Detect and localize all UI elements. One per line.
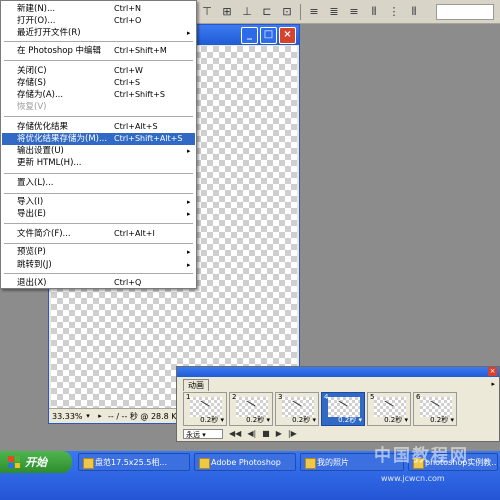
- frame-delay[interactable]: 0.2秒 ▾: [430, 415, 454, 425]
- menu-divider: [4, 173, 193, 174]
- frame-delay[interactable]: 0.2秒 ▾: [384, 415, 408, 425]
- distribute-top-icon[interactable]: ≡: [307, 5, 321, 19]
- menu-item-revert: 恢复(V): [17, 102, 47, 112]
- submenu-arrow-icon: ▸: [187, 198, 191, 206]
- align-middle-icon[interactable]: ⊞: [220, 5, 234, 19]
- submenu-arrow-icon: ▸: [187, 248, 191, 256]
- menu-item-save-optimized[interactable]: 存储优化结果 Ctrl+Alt+S: [2, 121, 195, 133]
- submenu-arrow-icon: ▸: [187, 29, 191, 37]
- watermark-url: www.jcwcn.com: [381, 474, 445, 483]
- menu-item-recent[interactable]: 最近打开文件(R) ▸: [2, 27, 195, 39]
- submenu-arrow-icon: ▸: [187, 261, 191, 269]
- zoom-dropdown-icon[interactable]: ▾: [82, 412, 94, 420]
- toolbar-divider: [300, 3, 301, 20]
- menu-divider: [4, 223, 193, 224]
- palette-titlebar[interactable]: ×: [177, 367, 499, 377]
- submenu-arrow-icon: ▸: [187, 210, 191, 218]
- menu-divider: [4, 116, 193, 117]
- animation-frame[interactable]: 1 0.2秒 ▾: [183, 392, 227, 426]
- maximize-icon[interactable]: □: [260, 27, 277, 44]
- tab-animation[interactable]: 动画: [183, 379, 209, 391]
- folder-icon: [305, 458, 316, 469]
- animation-frame-selected[interactable]: 4 0.2秒 ▾: [321, 392, 365, 426]
- distribute-left-icon[interactable]: ⦀: [367, 5, 381, 19]
- menu-item-save[interactable]: 存储(S) Ctrl+S: [2, 77, 195, 89]
- align-left-icon[interactable]: ⊏: [260, 5, 274, 19]
- watermark-text: 中国教程网: [374, 446, 469, 466]
- menu-item-save-as[interactable]: 存储为(A)... Ctrl+Shift+S: [2, 89, 195, 101]
- menu-item-open[interactable]: 打开(O)... Ctrl+O: [2, 15, 195, 27]
- align-top-icon[interactable]: ⊤: [200, 5, 214, 19]
- folder-icon: [83, 458, 94, 469]
- next-frame-icon[interactable]: |▶: [288, 429, 297, 438]
- animation-frame[interactable]: 3 0.2秒 ▾: [275, 392, 319, 426]
- menu-divider: [4, 273, 193, 274]
- menu-divider: [4, 60, 193, 61]
- taskbar-item-photoshop[interactable]: Adobe Photoshop: [194, 453, 296, 471]
- animation-frame[interactable]: 2 0.2秒 ▾: [229, 392, 273, 426]
- frame-thumbnail: [236, 397, 268, 417]
- stop-icon[interactable]: ■: [262, 429, 270, 438]
- frame-thumbnail: [374, 397, 406, 417]
- animation-frame[interactable]: 6 0.2秒 ▾: [413, 392, 457, 426]
- frame-list: 1 0.2秒 ▾ 2 0.2秒 ▾ 3 0.2秒 ▾ 4 0.2秒 ▾ 5 0.2秒 ▾ …: [183, 392, 457, 426]
- menu-item-export[interactable]: 导出(E) ▸: [2, 208, 195, 220]
- play-icon[interactable]: ▶: [276, 429, 282, 438]
- frame-delay[interactable]: 0.2秒 ▾: [292, 415, 316, 425]
- frame-thumbnail: [190, 397, 222, 417]
- menu-item-new[interactable]: 新建(N)... Ctrl+N: [2, 3, 195, 15]
- align-center-icon[interactable]: ⊡: [280, 5, 294, 19]
- toolbar-dropdown[interactable]: [436, 3, 494, 20]
- previous-frame-icon[interactable]: ◀|: [247, 429, 256, 438]
- zoom-level[interactable]: 33.33%: [49, 412, 83, 421]
- animation-palette: × 动画 ▸ 1 0.2秒 ▾ 2 0.2秒 ▾ 3 0.2秒 ▾ 4 0.2秒 ▾ 5…: [176, 366, 500, 442]
- first-frame-icon[interactable]: ◀◀: [229, 429, 241, 438]
- menu-item-import[interactable]: 导入(I) ▸: [2, 196, 195, 208]
- menu-item-close[interactable]: 关闭(C) Ctrl+W: [2, 65, 195, 77]
- loop-options-select[interactable]: 永远 ▾: [183, 428, 223, 439]
- menu-item-place[interactable]: 置入(L)...: [2, 177, 195, 189]
- photoshop-icon: [199, 458, 210, 469]
- windows-flag-icon: [8, 456, 20, 468]
- menu-item-output-settings[interactable]: 输出设置(U) ▸: [2, 145, 195, 157]
- submenu-arrow-icon: ▸: [187, 147, 191, 155]
- menu-item-preview[interactable]: 预览(P) ▸: [2, 246, 195, 258]
- options-toolbar: ⊤ ⊞ ⊥ ⊏ ⊡ ≡ ≣ ≡ ⦀ ⋮ ⦀: [196, 0, 500, 24]
- frame-delay[interactable]: 0.2秒 ▾: [200, 415, 224, 425]
- minimize-icon[interactable]: _: [241, 27, 258, 44]
- status-menu-icon[interactable]: ▸: [94, 412, 106, 420]
- menu-item-edit-in-photoshop[interactable]: 在 Photoshop 中编辑 Ctrl+Shift+M: [2, 45, 195, 57]
- distribute-center-icon[interactable]: ⋮: [387, 5, 401, 19]
- frame-thumbnail: [328, 397, 360, 417]
- menu-item-jump-to[interactable]: 跳转到(J) ▸: [2, 259, 195, 271]
- start-button[interactable]: 开始: [0, 451, 72, 473]
- distribute-bottom-icon[interactable]: ≡: [347, 5, 361, 19]
- taskbar-item-folder[interactable]: 盘范17.5x25.5相...: [78, 453, 190, 471]
- menu-item-exit[interactable]: 退出(X) Ctrl+Q: [2, 277, 195, 289]
- file-menu: 新建(N)... Ctrl+N 打开(O)... Ctrl+O 最近打开文件(R) ▸…: [0, 0, 197, 289]
- frame-thumbnail: [282, 397, 314, 417]
- menu-item-save-optimized-as[interactable]: 将优化结果存储为(M)... Ctrl+Shift+Alt+S: [2, 133, 195, 145]
- menu-item-file-info[interactable]: 文件简介(F)... Ctrl+Alt+I: [2, 228, 195, 240]
- menu-item-update-html[interactable]: 更新 HTML(H)...: [2, 157, 195, 169]
- menu-divider: [4, 41, 193, 42]
- menu-divider: [4, 193, 193, 194]
- distribute-right-icon[interactable]: ⦀: [407, 5, 421, 19]
- start-label: 开始: [25, 456, 47, 469]
- frame-delay[interactable]: 0.2秒 ▾: [246, 415, 270, 425]
- distribute-middle-icon[interactable]: ≣: [327, 5, 341, 19]
- palette-menu-icon[interactable]: ▸: [491, 380, 495, 388]
- close-icon[interactable]: ×: [488, 367, 497, 376]
- animation-frame[interactable]: 5 0.2秒 ▾: [367, 392, 411, 426]
- animation-controls: 永远 ▾ ◀◀ ◀| ■ ▶ |▶: [183, 428, 493, 439]
- menu-divider: [4, 243, 193, 244]
- frame-delay[interactable]: 0.2秒 ▾: [338, 415, 362, 425]
- frame-thumbnail: [420, 397, 452, 417]
- align-bottom-icon[interactable]: ⊥: [240, 5, 254, 19]
- close-icon[interactable]: ×: [279, 27, 296, 44]
